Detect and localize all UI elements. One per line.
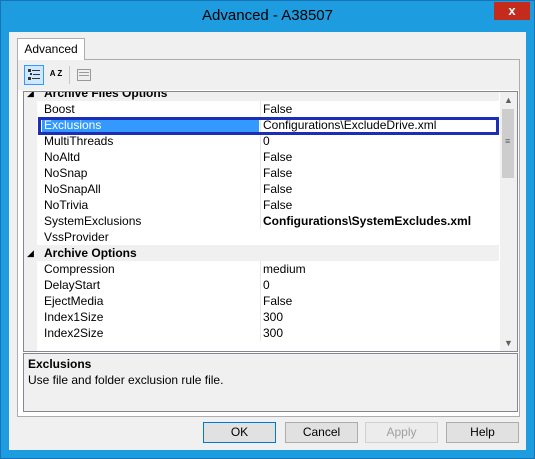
property-value[interactable]: False (260, 101, 499, 117)
window-title: Advanced - A38507 (202, 7, 333, 24)
row-gutter (24, 165, 37, 181)
property-value[interactable]: False (260, 149, 499, 165)
toolbar-separator (69, 66, 70, 84)
property-value[interactable]: False (260, 197, 499, 213)
row-gutter (24, 149, 37, 165)
row-gutter (24, 261, 37, 277)
collapse-toggle-icon[interactable]: ◢ (27, 245, 34, 261)
property-value[interactable]: 0 (260, 277, 499, 293)
category-name: Archive Files Options (44, 91, 168, 100)
row-gutter (24, 229, 37, 245)
property-row[interactable] (24, 341, 499, 351)
property-value[interactable]: Configurations\SystemExcludes.xml (260, 213, 499, 229)
property-name: SystemExclusions (44, 214, 142, 228)
property-value[interactable]: 0 (260, 133, 499, 149)
property-row[interactable]: MultiThreads 0 (24, 133, 499, 149)
property-name: Compression (44, 262, 115, 276)
property-row[interactable]: DelayStart 0 (24, 277, 499, 293)
property-name: Boost (44, 102, 75, 116)
help-button[interactable]: Help (446, 422, 519, 443)
help-title: Exclusions (28, 357, 92, 371)
scroll-down-icon[interactable]: ▼ (500, 335, 517, 351)
property-value[interactable]: 300 (260, 309, 499, 325)
apply-button[interactable]: Apply (365, 422, 438, 443)
ok-button[interactable]: OK (203, 422, 276, 443)
property-value[interactable]: 300 (260, 325, 499, 341)
property-row[interactable]: Index1Size 300 (24, 309, 499, 325)
property-row[interactable]: NoSnap False (24, 165, 499, 181)
property-grid-rows: ◢ Archive Files Options Boost False Exclusio… (24, 91, 499, 351)
property-name: VssProvider (44, 230, 109, 244)
row-gutter (24, 293, 37, 309)
property-name: NoSnap (44, 166, 88, 180)
tab-panel: A Z ◢ Archive Files Options Boost False Excl… (17, 59, 520, 417)
property-row[interactable]: NoSnapAll False (24, 181, 499, 197)
title-bar[interactable]: Advanced - A38507 x (1, 1, 534, 32)
dialog-client-area: Advanced A Z ◢ Archive Files Options Boo… (9, 32, 526, 450)
property-grid-toolbar: A Z (18, 60, 519, 90)
property-grid: ◢ Archive Files Options Boost False Exclusio… (23, 91, 518, 352)
property-name: EjectMedia (44, 294, 104, 308)
property-name: NoTrivia (44, 198, 89, 212)
scroll-thumb[interactable]: ≡ (502, 109, 514, 178)
property-pages-icon (74, 65, 94, 85)
property-row[interactable]: NoTrivia False (24, 197, 499, 213)
row-gutter (24, 101, 37, 117)
property-row[interactable]: EjectMedia False (24, 293, 499, 309)
row-gutter (24, 181, 37, 197)
row-gutter (24, 133, 37, 149)
property-row[interactable]: VssProvider (24, 229, 499, 245)
row-gutter (24, 277, 37, 293)
property-row[interactable]: Exclusions Configurations\ExcludeDrive.xm… (24, 117, 499, 133)
property-row[interactable]: Index2Size 300 (24, 325, 499, 341)
property-category-row[interactable]: ◢ Archive Options (24, 245, 499, 261)
scroll-grip-icon: ≡ (505, 136, 511, 146)
property-name: Index2Size (44, 326, 104, 340)
row-gutter (24, 117, 37, 133)
property-name: Exclusions (42, 117, 259, 133)
property-value[interactable]: False (260, 165, 499, 181)
tab-advanced[interactable]: Advanced (17, 38, 85, 60)
property-name: NoSnapAll (44, 182, 101, 196)
alphabetical-sort-icon[interactable]: A Z (46, 65, 66, 85)
row-gutter (24, 341, 37, 351)
property-value[interactable]: False (260, 181, 499, 197)
property-name: Index1Size (44, 310, 104, 324)
property-row[interactable]: SystemExclusions Configurations\SystemExc… (24, 213, 499, 229)
property-value[interactable]: False (260, 293, 499, 309)
row-gutter (24, 197, 37, 213)
row-gutter (24, 325, 37, 341)
help-description: Use file and folder exclusion rule file. (28, 373, 224, 387)
category-name: Archive Options (44, 246, 137, 260)
property-row[interactable]: Boost False (24, 101, 499, 117)
cancel-button[interactable]: Cancel (285, 422, 358, 443)
property-row[interactable]: Compression medium (24, 261, 499, 277)
property-category-row[interactable]: ◢ Archive Files Options (24, 91, 499, 101)
vertical-scrollbar[interactable]: ▲ ≡ ▼ (500, 92, 517, 351)
property-row[interactable]: NoAltd False (24, 149, 499, 165)
property-value[interactable]: medium (260, 261, 499, 277)
collapse-toggle-icon[interactable]: ◢ (27, 92, 34, 101)
scroll-up-icon[interactable]: ▲ (500, 92, 517, 108)
property-name: MultiThreads (44, 134, 114, 148)
property-name: NoAltd (44, 150, 81, 164)
property-name: DelayStart (44, 278, 101, 292)
categorized-view-icon[interactable] (24, 65, 44, 85)
row-gutter (24, 213, 37, 229)
row-gutter (24, 309, 37, 325)
alphabetical-sort-label: A Z (49, 69, 63, 78)
property-value[interactable]: Configurations\ExcludeDrive.xml (260, 117, 499, 133)
close-button[interactable]: x (494, 2, 530, 20)
property-help-pane: Exclusions Use file and folder exclusion… (23, 353, 518, 412)
advanced-dialog-window: Advanced - A38507 x Advanced A Z ◢ Archi… (0, 0, 535, 459)
